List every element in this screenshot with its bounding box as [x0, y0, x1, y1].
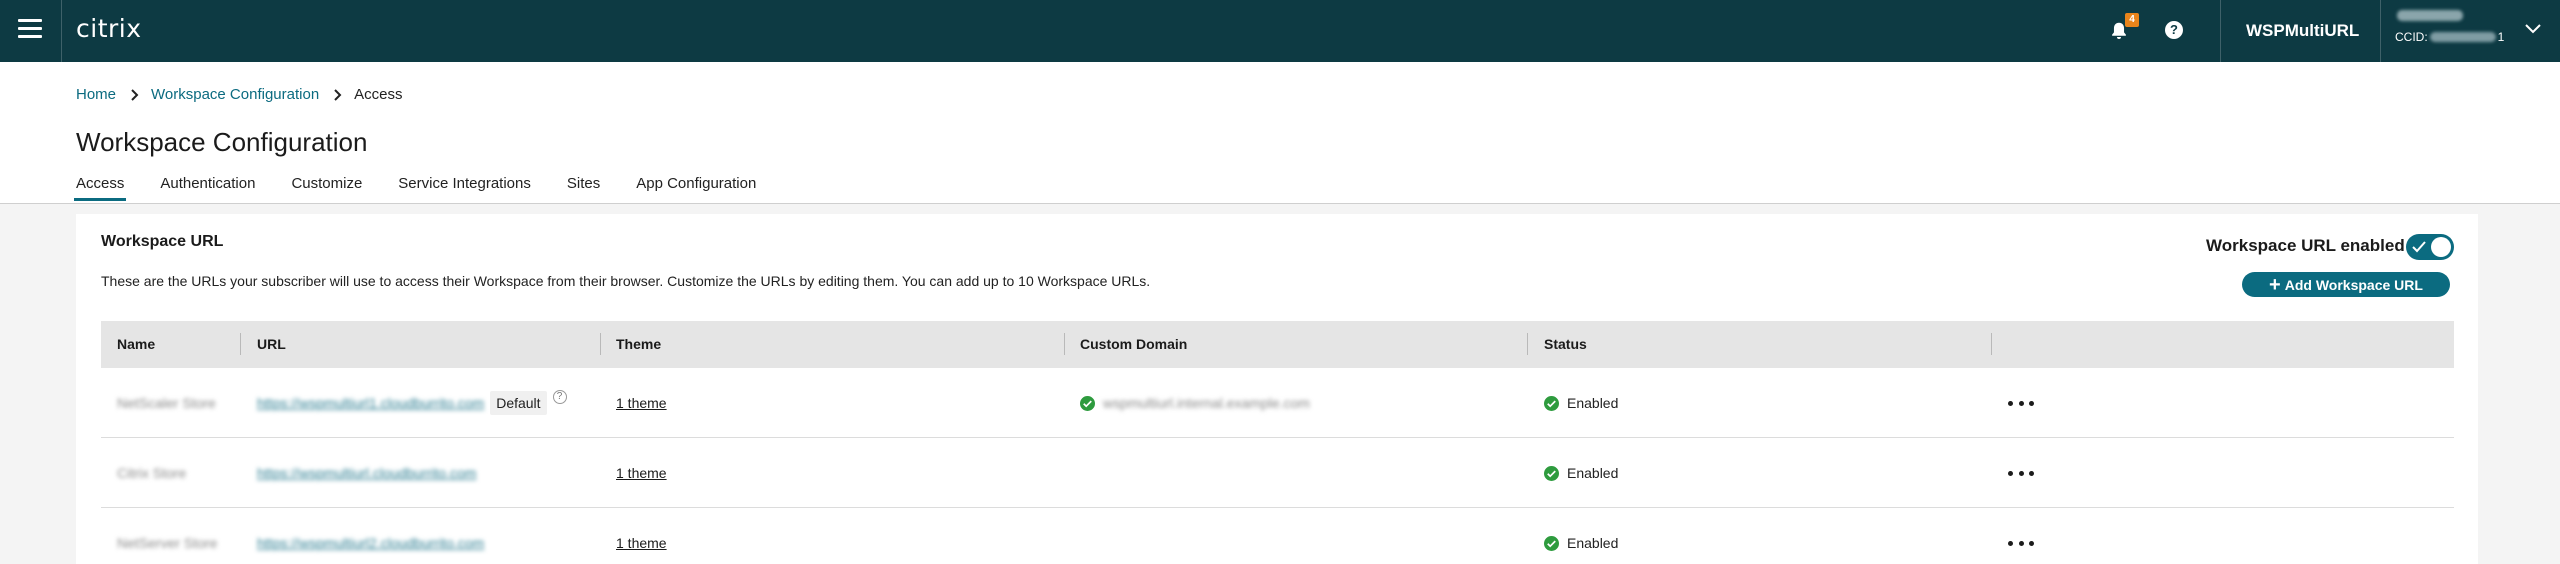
column-header-name[interactable]: Name [117, 321, 155, 368]
ccid-suffix: 1 [2497, 30, 2505, 44]
notification-count-badge: 4 [2125, 13, 2139, 27]
menu-icon[interactable] [18, 19, 42, 41]
column-header-url[interactable]: URL [257, 321, 286, 368]
customer-id: CCID: 1 [2395, 30, 2505, 44]
user-menu[interactable]: CCID: 1 [2395, 10, 2505, 52]
add-workspace-url-button[interactable]: + Add Workspace URL [2242, 272, 2450, 297]
column-header-custom-domain[interactable]: Custom Domain [1080, 321, 1187, 368]
column-header-status[interactable]: Status [1544, 321, 1587, 368]
column-header-theme[interactable]: Theme [616, 321, 661, 368]
store-name-redacted: NetServer Store [117, 535, 218, 551]
tab-service-integrations[interactable]: Service Integrations [398, 175, 531, 200]
more-actions-icon[interactable] [2008, 463, 2034, 483]
workspace-url-link[interactable]: https://wspmultiurl1.cloudburrito.com [257, 395, 484, 411]
more-actions-icon[interactable] [2008, 393, 2034, 413]
workspace-url-enabled-toggle[interactable] [2406, 234, 2454, 260]
workspace-url-link[interactable]: https://wspmultiurl.cloudburrito.com [257, 465, 476, 481]
status-text: Enabled [1567, 465, 1619, 481]
column-divider [1991, 333, 1992, 355]
store-name-redacted: NetScaler Store [117, 395, 216, 411]
customer-name: WSPMultiURL [2246, 21, 2360, 40]
chevron-right-icon [334, 88, 342, 101]
tab-authentication[interactable]: Authentication [160, 175, 255, 200]
ccid-label: CCID: [2395, 30, 2428, 44]
tab-access[interactable]: Access [73, 175, 127, 201]
user-name-redacted [2397, 10, 2463, 21]
page-header: Home Workspace Configuration Access Work… [0, 62, 2560, 204]
theme-link[interactable]: 1 theme [616, 535, 667, 551]
help-icon[interactable]: ? [2165, 21, 2183, 39]
breadcrumb-home[interactable]: Home [76, 86, 116, 103]
toggle-knob [2431, 237, 2451, 257]
breadcrumb-workspace-configuration[interactable]: Workspace Configuration [151, 86, 319, 103]
custom-domain-redacted: wspmultiurl.internal.example.com [1103, 395, 1310, 411]
tab-customize[interactable]: Customize [291, 175, 362, 200]
column-divider [240, 333, 241, 355]
workspace-url-card: Workspace URL These are the URLs your su… [76, 214, 2478, 564]
default-badge: Default [490, 391, 547, 415]
table-row: Citrix Store https://wspmultiurl.cloudbu… [101, 438, 2454, 508]
divider [2220, 0, 2221, 62]
card-title: Workspace URL [101, 233, 224, 250]
tab-bar: Access Authentication Customize Service … [73, 175, 792, 201]
page-title: Workspace Configuration [76, 127, 368, 157]
plus-icon: + [2269, 273, 2281, 296]
ccid-redacted [2429, 32, 2496, 42]
check-circle-icon [1080, 395, 1095, 411]
checkmark-icon [2412, 241, 2426, 253]
status-text: Enabled [1567, 395, 1619, 411]
citrix-logo: citrix [76, 14, 142, 43]
card-description: These are the URLs your subscriber will … [101, 273, 1151, 289]
chevron-down-icon[interactable] [2524, 22, 2542, 36]
column-divider [1527, 333, 1528, 355]
chevron-right-icon [131, 88, 139, 101]
workspace-url-link[interactable]: https://wspmultiurl2.cloudburrito.com [257, 535, 484, 551]
check-circle-icon [1544, 395, 1559, 411]
workspace-url-enabled-label: Workspace URL enabled [2206, 236, 2405, 255]
check-circle-icon [1544, 535, 1559, 551]
divider [61, 0, 62, 62]
column-divider [1064, 333, 1065, 355]
more-actions-icon[interactable] [2008, 533, 2034, 553]
theme-link[interactable]: 1 theme [616, 395, 667, 411]
store-name-redacted: Citrix Store [117, 465, 187, 481]
table-header: Name URL Theme Custom Domain Status [101, 321, 2454, 368]
tab-app-configuration[interactable]: App Configuration [636, 175, 756, 200]
check-circle-icon [1544, 465, 1559, 481]
tab-sites[interactable]: Sites [567, 175, 600, 200]
breadcrumb: Home Workspace Configuration Access [76, 86, 403, 103]
top-navigation-bar: citrix 4 ? WSPMultiURL CCID: 1 [0, 0, 2560, 62]
status-text: Enabled [1567, 535, 1619, 551]
add-workspace-url-label: Add Workspace URL [2284, 276, 2423, 293]
table-row: NetServer Store https://wspmultiurl2.clo… [101, 508, 2454, 564]
divider [2380, 0, 2381, 62]
theme-link[interactable]: 1 theme [616, 465, 667, 481]
table-row: NetScaler Store https://wspmultiurl1.clo… [101, 368, 2454, 438]
info-icon[interactable]: ? [552, 390, 567, 404]
breadcrumb-current: Access [354, 86, 403, 103]
column-divider [600, 333, 601, 355]
